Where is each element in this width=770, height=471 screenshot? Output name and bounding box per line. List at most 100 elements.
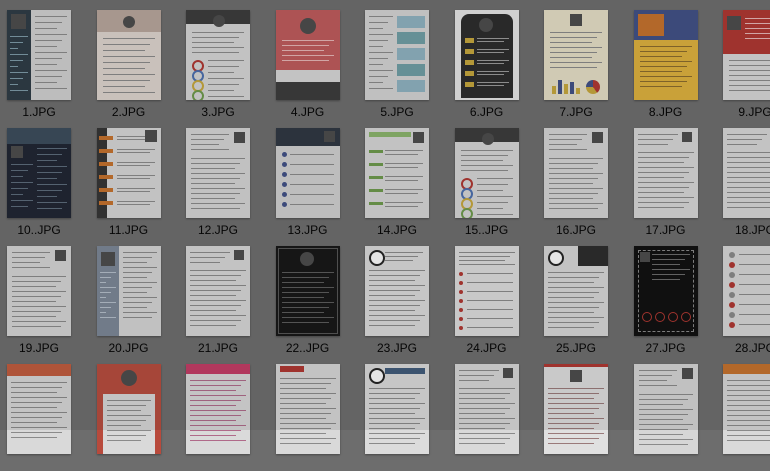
text-line xyxy=(37,202,67,203)
file-item[interactable]: 2.JPG xyxy=(90,2,179,119)
text-line xyxy=(279,443,331,444)
file-item[interactable]: 10..JPG xyxy=(0,120,89,237)
icon-dot xyxy=(281,202,287,207)
text-line xyxy=(727,157,770,158)
file-thumbnail xyxy=(186,246,250,336)
file-item[interactable]: 14.JPG xyxy=(358,120,447,237)
file-item[interactable]: 18.JPG xyxy=(716,120,770,237)
portrait-photo xyxy=(234,132,245,143)
text-line xyxy=(476,38,509,39)
text-line xyxy=(99,302,116,303)
text-line xyxy=(369,64,383,65)
text-line xyxy=(191,203,245,204)
text-line xyxy=(727,400,770,401)
text-line xyxy=(37,190,62,191)
text-line xyxy=(458,380,489,381)
text-line xyxy=(37,172,62,173)
text-line xyxy=(466,300,513,301)
portrait-photo xyxy=(213,15,225,27)
text-line xyxy=(122,267,157,268)
file-item[interactable]: 8.JPG xyxy=(627,2,716,119)
text-line xyxy=(190,325,236,326)
portrait-photo xyxy=(413,132,424,143)
text-line xyxy=(369,28,383,29)
text-line xyxy=(550,52,597,53)
text-line xyxy=(548,398,594,399)
text-line xyxy=(37,166,67,167)
file-item[interactable]: 11.JPG xyxy=(90,120,179,237)
text-line xyxy=(745,18,770,19)
text-line xyxy=(37,178,57,179)
file-item[interactable]: 9.JPG xyxy=(716,2,770,119)
file-item[interactable]: 7.JPG xyxy=(537,2,626,119)
icon-dot xyxy=(281,172,287,177)
bullet-dot xyxy=(729,282,735,288)
text-line xyxy=(369,46,383,47)
file-item[interactable] xyxy=(716,356,770,471)
text-line xyxy=(476,74,504,75)
icon-dot xyxy=(458,308,463,312)
file-item[interactable]: 24.JPG xyxy=(448,238,537,355)
text-line xyxy=(385,180,418,181)
bar-mark xyxy=(552,86,556,94)
file-item[interactable]: 15..JPG xyxy=(448,120,537,237)
text-line xyxy=(190,380,246,381)
text-line xyxy=(639,71,682,72)
file-item[interactable]: 20.JPG xyxy=(90,238,179,355)
file-item[interactable]: 3.JPG xyxy=(179,2,268,119)
file-item[interactable] xyxy=(90,356,179,471)
file-item[interactable]: 27.JPG xyxy=(627,238,716,355)
portrait-photo xyxy=(299,252,314,266)
text-line xyxy=(10,54,28,55)
file-item[interactable] xyxy=(537,356,626,471)
file-item[interactable]: 23.JPG xyxy=(358,238,447,355)
portrait-photo xyxy=(478,18,493,32)
text-line xyxy=(11,422,57,423)
text-line xyxy=(548,292,599,293)
text-line xyxy=(651,259,685,260)
file-item[interactable]: 6.JPG xyxy=(448,2,537,119)
text-line xyxy=(12,311,61,312)
file-item[interactable]: 22..JPG xyxy=(269,238,358,355)
file-item[interactable]: 13.JPG xyxy=(269,120,358,237)
text-line xyxy=(638,414,688,415)
file-item[interactable] xyxy=(0,356,89,471)
file-item[interactable]: 5.JPG xyxy=(358,2,447,119)
file-item[interactable] xyxy=(358,356,447,471)
header-block xyxy=(723,364,770,374)
file-item[interactable]: 28.JPG xyxy=(716,238,770,355)
file-item[interactable] xyxy=(627,356,716,471)
file-item[interactable]: 17.JPG xyxy=(627,120,716,237)
file-item[interactable] xyxy=(179,356,268,471)
portrait-photo xyxy=(234,250,244,260)
text-line xyxy=(190,320,241,321)
title-bar xyxy=(385,368,425,374)
file-item[interactable]: 12.JPG xyxy=(179,120,268,237)
text-line xyxy=(190,400,241,401)
text-line xyxy=(369,300,425,301)
text-line xyxy=(11,402,62,403)
file-item[interactable]: 21.JPG xyxy=(179,238,268,355)
file-item[interactable]: 19.JPG xyxy=(0,238,89,355)
file-thumbnail xyxy=(7,364,71,454)
text-line xyxy=(548,322,599,323)
file-item[interactable] xyxy=(448,356,537,471)
text-line xyxy=(727,395,770,396)
text-line xyxy=(476,41,504,42)
file-item[interactable]: 1.JPG xyxy=(0,2,89,119)
text-line xyxy=(637,202,689,203)
text-line xyxy=(458,256,510,257)
text-line xyxy=(279,423,336,424)
text-line xyxy=(369,290,420,291)
text-line xyxy=(548,282,594,283)
file-item[interactable]: 16.JPG xyxy=(537,120,626,237)
text-line xyxy=(369,418,425,419)
file-item[interactable]: 25.JPG xyxy=(537,238,626,355)
text-line xyxy=(727,172,770,173)
file-thumbnail xyxy=(633,128,698,218)
file-item[interactable]: 4.JPG xyxy=(269,2,358,119)
file-item[interactable] xyxy=(269,356,358,471)
text-line xyxy=(102,38,155,39)
text-line xyxy=(739,294,770,295)
text-line xyxy=(37,154,62,155)
